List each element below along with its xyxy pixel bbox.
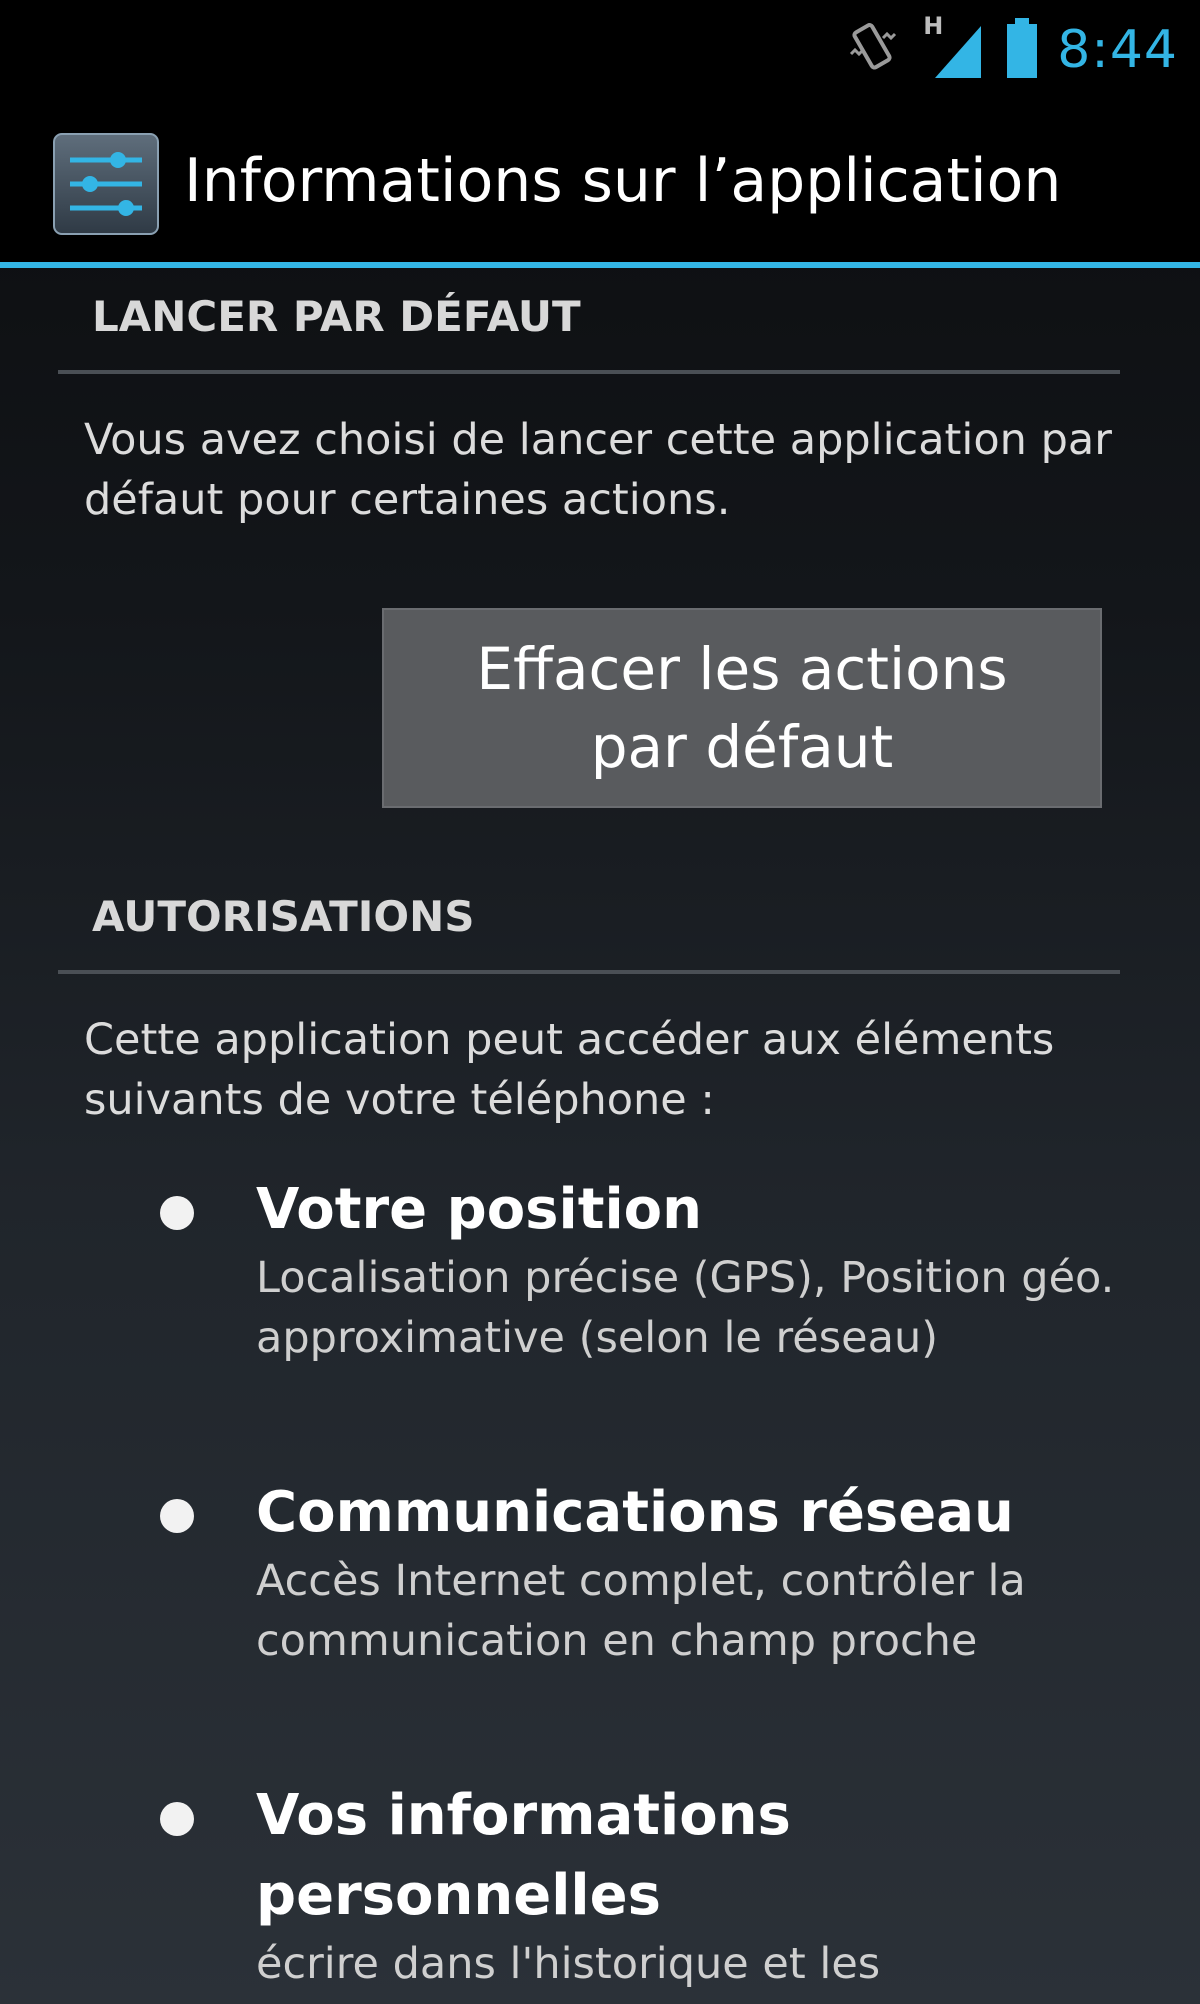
permission-title: Vos informations personnelles bbox=[256, 1783, 791, 1928]
section-divider bbox=[58, 970, 1120, 974]
signal-icon: H bbox=[923, 12, 987, 82]
section-divider bbox=[58, 370, 1120, 374]
permission-title: Communications réseau bbox=[256, 1480, 1014, 1545]
section-header-permissions: AUTORISATIONS bbox=[92, 892, 475, 941]
status-icons: H 8:44 bbox=[841, 12, 1178, 86]
permissions-intro: Cette application peut accéder aux éléme… bbox=[84, 1015, 1055, 1125]
permission-title: Votre position bbox=[256, 1177, 703, 1242]
status-bar: H 8:44 bbox=[0, 0, 1200, 100]
action-bar: Informations sur l’application bbox=[0, 100, 1200, 268]
settings-sliders-icon[interactable] bbox=[52, 132, 160, 236]
bullet-icon bbox=[160, 1802, 194, 1836]
clock: 8:44 bbox=[1057, 20, 1178, 80]
launch-default-description: Vous avez choisi de lancer cette applica… bbox=[84, 415, 1112, 525]
permission-description: Accès Internet complet, contrôler la com… bbox=[256, 1556, 1026, 1666]
permission-item-location[interactable]: Votre position Localisation précise (GPS… bbox=[0, 1170, 1200, 1430]
permission-description: Localisation précise (GPS), Position géo… bbox=[256, 1253, 1115, 1363]
page-title: Informations sur l’application bbox=[184, 146, 1062, 216]
bullet-icon bbox=[160, 1499, 194, 1533]
permission-item-personal-info[interactable]: Vos informations personnelles écrire dan… bbox=[0, 1776, 1200, 2004]
section-header-launch-default: LANCER PAR DÉFAUT bbox=[92, 292, 581, 341]
battery-icon bbox=[1005, 16, 1039, 84]
permission-item-network[interactable]: Communications réseau Accès Internet com… bbox=[0, 1473, 1200, 1733]
permission-description: écrire dans l'historique et les bbox=[256, 1939, 881, 1989]
bullet-icon bbox=[160, 1196, 194, 1230]
vibrate-icon bbox=[841, 16, 905, 84]
clear-defaults-button[interactable]: Effacer les actions par défaut bbox=[382, 608, 1102, 808]
action-bar-accent-line bbox=[0, 262, 1200, 268]
